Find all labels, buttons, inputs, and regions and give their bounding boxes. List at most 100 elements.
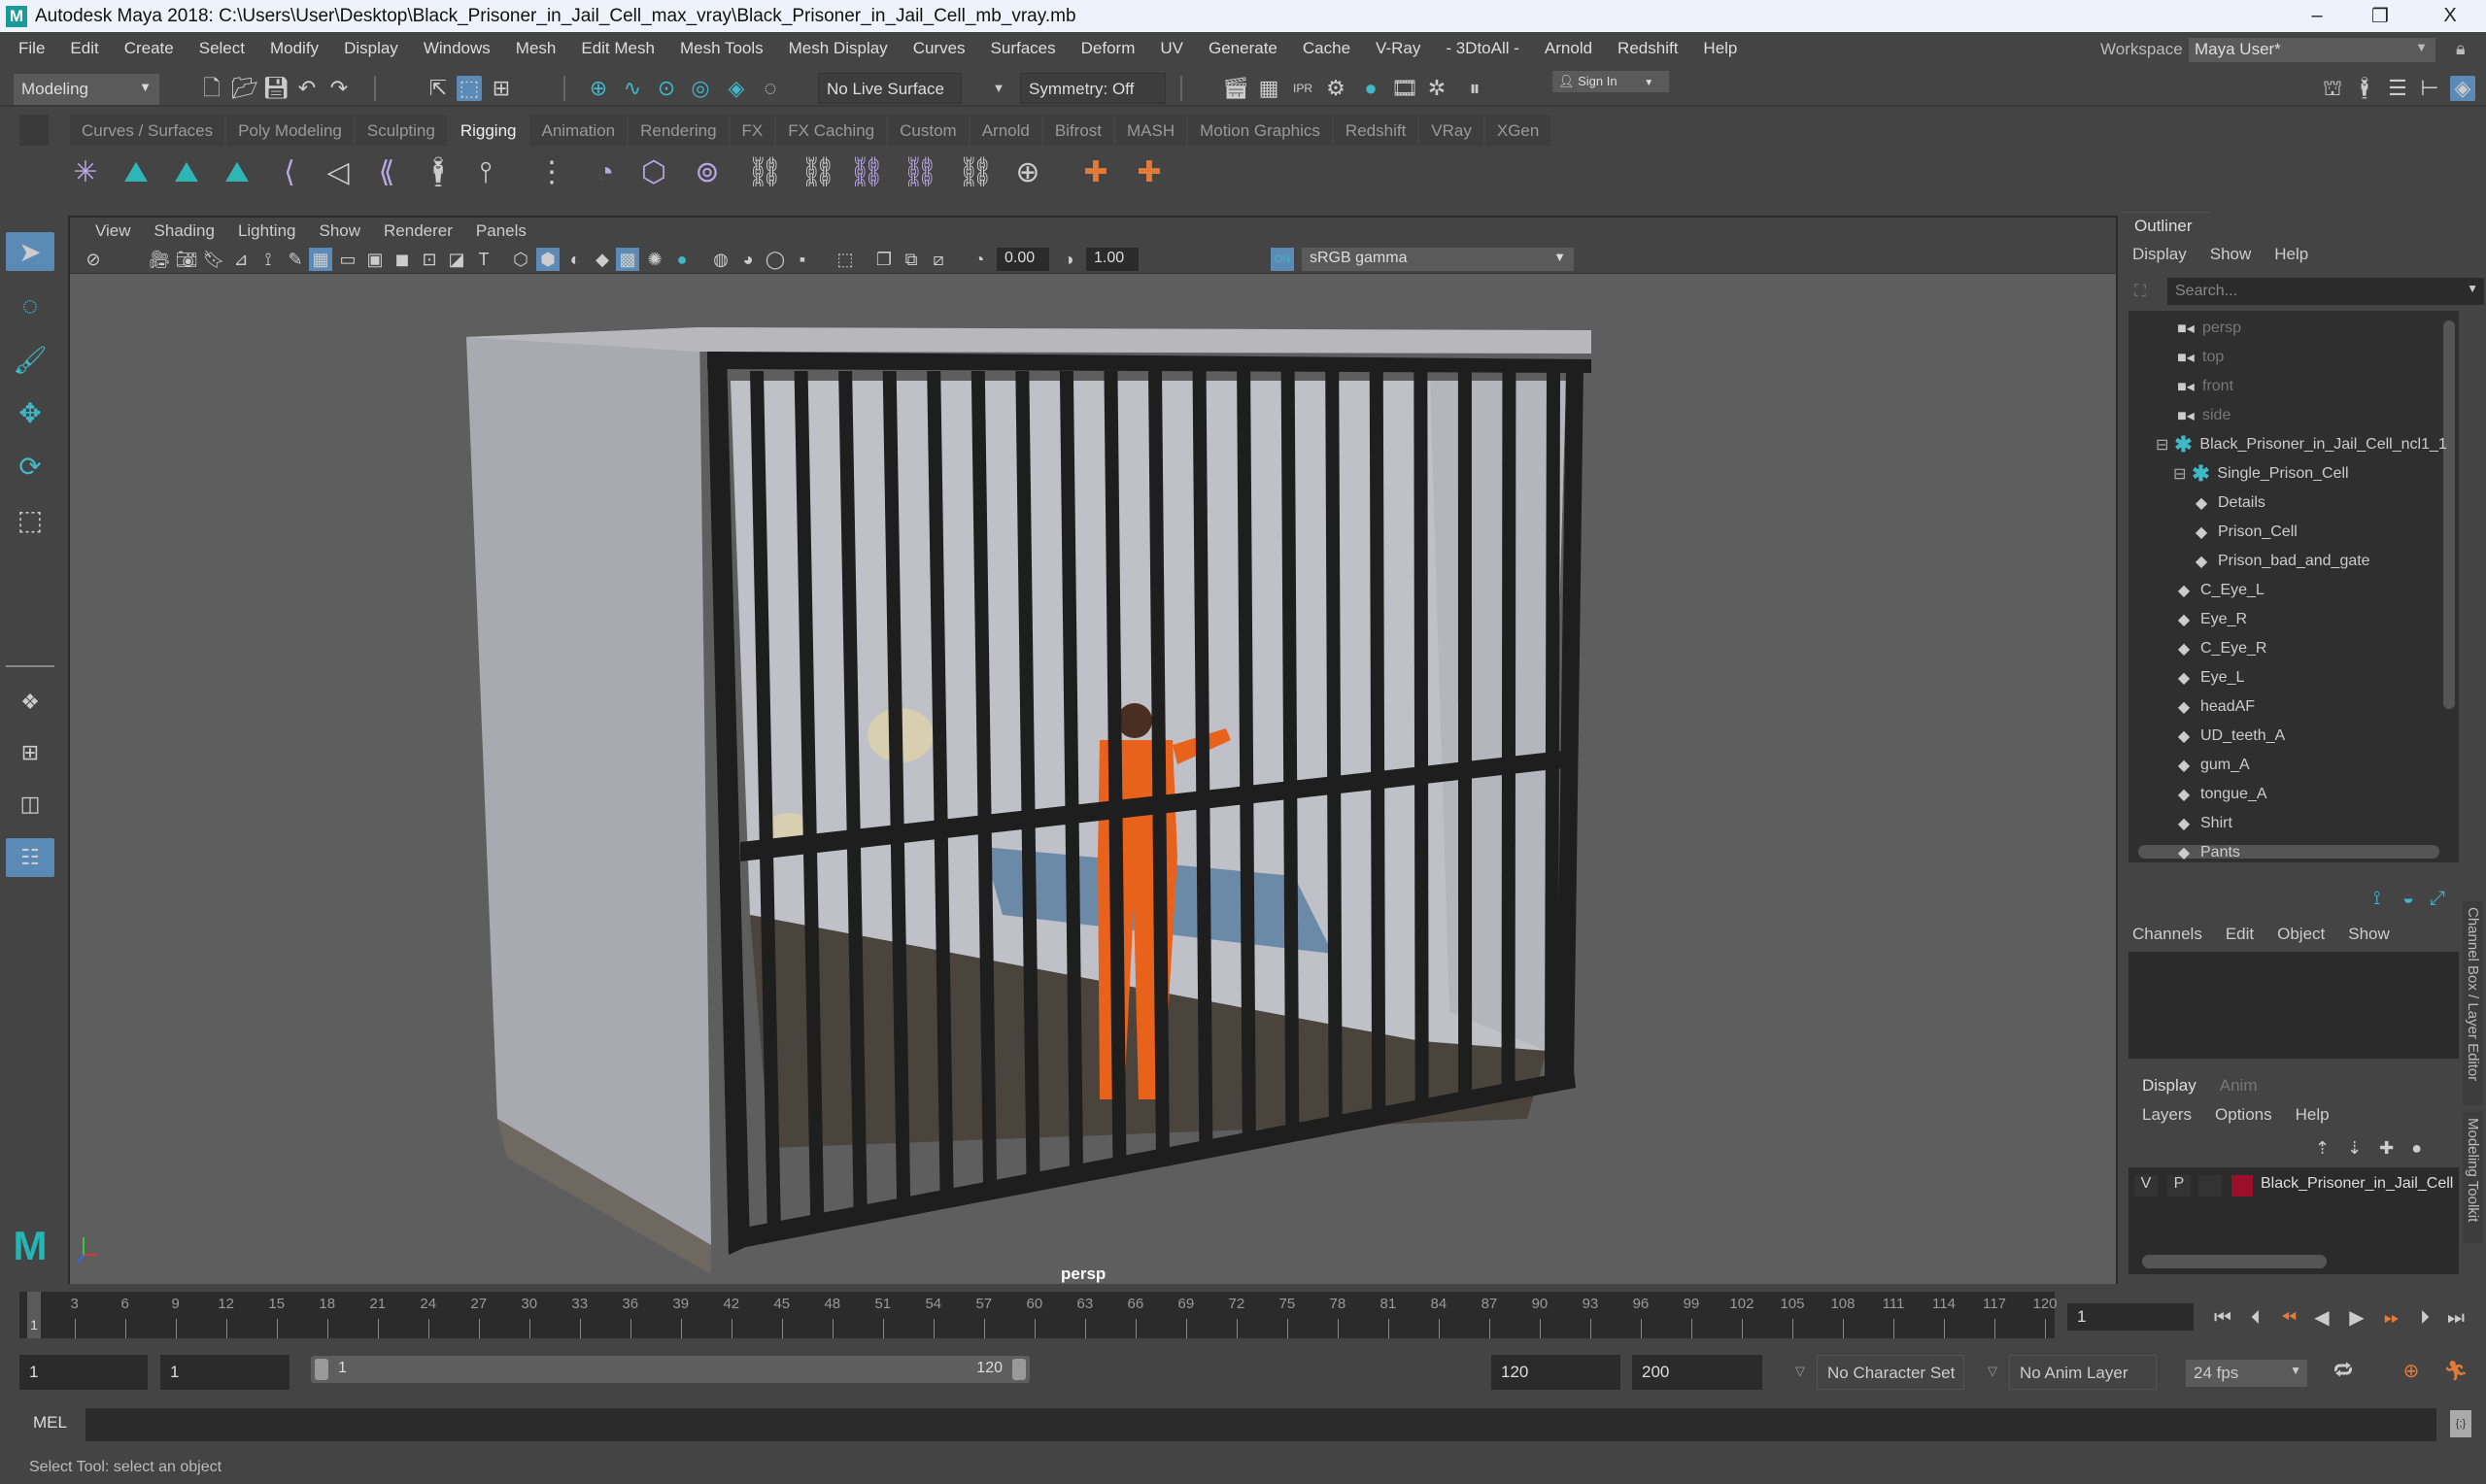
channel-box-side-tab[interactable]: Channel Box / Layer Editor xyxy=(2463,901,2483,1105)
shelf-tab-bifrost[interactable]: Bifrost xyxy=(1042,115,1114,146)
shelf-tab-vray[interactable]: VRay xyxy=(1419,115,1483,146)
menu-help[interactable]: Help xyxy=(1690,39,1750,58)
field-chart-icon[interactable]: ⊡ xyxy=(418,248,441,271)
outliner-item[interactable]: ◆ Details xyxy=(2191,489,2265,517)
wireframe-icon[interactable]: ⬡ xyxy=(509,248,532,271)
snap-surface-icon[interactable]: ◈ xyxy=(724,76,749,101)
outliner-item[interactable]: ◆ Shirt xyxy=(2173,810,2232,837)
menu-3dtoall[interactable]: - 3DtoAll - xyxy=(1433,39,1532,58)
snap-curve-icon[interactable]: ∿ xyxy=(620,76,645,101)
cluster-icon[interactable]: ⊚ xyxy=(690,150,725,196)
outliner-search-input[interactable]: Search... ▼ xyxy=(2167,278,2484,305)
channel-box-icon[interactable]: ◈ xyxy=(2450,76,2475,101)
playback-end-field[interactable]: 120 xyxy=(1491,1355,1620,1390)
safe-title-icon[interactable]: T xyxy=(472,248,495,271)
exposure-icon[interactable]: ◔ xyxy=(968,248,991,271)
outliner-item[interactable]: ■◂ front xyxy=(2175,373,2233,400)
3d-scene[interactable]: persp xyxy=(70,274,2116,1284)
gate-mask-icon[interactable]: ◼ xyxy=(391,248,414,271)
viewport-menu-panels[interactable]: Panels xyxy=(464,221,538,241)
filter-icon[interactable]: ⛶ xyxy=(2134,282,2154,301)
live-surface-field[interactable]: No Live Surface xyxy=(818,73,962,104)
outliner-item[interactable]: ■◂ top xyxy=(2175,344,2224,371)
shelf-tab-mash[interactable]: MASH xyxy=(1115,115,1187,146)
viewport-menu-renderer[interactable]: Renderer xyxy=(372,221,464,241)
outliner-item[interactable]: ◆ C_Eye_L xyxy=(2173,577,2265,604)
menu-v-ray[interactable]: V-Ray xyxy=(1363,39,1433,58)
symmetry-field[interactable]: Symmetry: Off xyxy=(1020,73,1166,104)
color-space-select[interactable]: sRGB gamma ▼ xyxy=(1302,248,1574,271)
outliner-item[interactable]: ◆ Pants xyxy=(2173,839,2240,862)
single-perspective-layout-icon[interactable]: ❖ xyxy=(6,683,54,722)
camera-attributes-icon[interactable]: 📷︎ xyxy=(175,248,198,271)
playback-start-field[interactable]: 1 xyxy=(160,1355,289,1390)
outliner-item[interactable]: ◆ Prison_bad_and_gate xyxy=(2191,548,2370,575)
shelf-tab-sculpting[interactable]: Sculpting xyxy=(355,115,447,146)
hypershade-icon[interactable]: ● xyxy=(1358,76,1383,101)
channel-menu-channels[interactable]: Channels xyxy=(2121,925,2214,944)
two-view-layout-icon[interactable]: ◫ xyxy=(6,785,54,824)
select-hierarchy-icon[interactable]: ⇱ xyxy=(426,76,451,101)
shelf-tab-xgen[interactable]: XGen xyxy=(1484,115,1551,146)
modeling-toolkit-side-tab[interactable]: Modeling Toolkit xyxy=(2463,1112,2483,1243)
anim-layer-select[interactable]: No Anim Layer xyxy=(2009,1355,2157,1390)
shadows-icon[interactable]: ● xyxy=(670,248,694,271)
menu-edit-mesh[interactable]: Edit Mesh xyxy=(568,39,667,58)
menu-display[interactable]: Display xyxy=(331,39,411,58)
lighting-icon[interactable]: ✺ xyxy=(643,248,666,271)
minimize-button[interactable]: – xyxy=(2288,0,2346,32)
step-back-key-icon[interactable]: ⏪︎ xyxy=(2277,1306,2300,1330)
outliner-item[interactable]: ◆ headAF xyxy=(2173,693,2255,721)
layer-color-swatch[interactable] xyxy=(2231,1175,2253,1197)
menu-deform[interactable]: Deform xyxy=(1069,39,1148,58)
play-forwards-icon[interactable]: ▶ xyxy=(2345,1306,2368,1330)
pause-icon[interactable]: ⏸︎ xyxy=(1462,76,1487,101)
gamma-field[interactable]: 1.00 xyxy=(1086,248,1139,271)
menu-cache[interactable]: Cache xyxy=(1290,39,1363,58)
skeleton-icon[interactable]: 🕴︎ xyxy=(420,150,457,196)
rotate-icon[interactable]: ◒ xyxy=(2402,888,2414,910)
film-gate-icon[interactable]: ▭ xyxy=(336,248,359,271)
screen-space-ao-icon[interactable]: ◍ xyxy=(709,248,732,271)
outliner-item[interactable]: ◆ UD_teeth_A xyxy=(2173,723,2285,750)
lattice-icon[interactable]: ⬡ xyxy=(636,150,671,196)
shelf-tab-custom[interactable]: Custom xyxy=(888,115,969,146)
isolate-select-icon[interactable]: ⬚ xyxy=(834,248,857,271)
menu-select[interactable]: Select xyxy=(187,39,257,58)
parent-constraint-icon[interactable]: ⛓ xyxy=(746,150,783,196)
select-camera-icon[interactable]: 🎥︎ xyxy=(148,248,171,271)
menu-modify[interactable]: Modify xyxy=(257,39,331,58)
textured-icon[interactable]: ◆ xyxy=(591,248,614,271)
menu-generate[interactable]: Generate xyxy=(1196,39,1290,58)
smooth-shade-icon[interactable]: ⬢ xyxy=(536,248,560,271)
outliner-item[interactable]: ⊟ ✱ Black_Prisoner_in_Jail_Cell_ncl1_1 xyxy=(2156,431,2447,458)
outliner-menu-show[interactable]: Show xyxy=(2198,245,2264,264)
outliner-item[interactable]: ◆ gum_A xyxy=(2173,752,2250,779)
menu-windows[interactable]: Windows xyxy=(411,39,503,58)
menu-surfaces[interactable]: Surfaces xyxy=(978,39,1069,58)
render-sequence-icon[interactable]: 🎞︎ xyxy=(1391,76,1418,101)
point-constraint-icon[interactable]: ⛓ xyxy=(800,150,836,196)
transform-icon[interactable]: ⟟ xyxy=(2373,888,2380,910)
range-end-handle[interactable] xyxy=(1012,1359,1026,1380)
motion-blur-icon[interactable]: ◕ xyxy=(736,248,760,271)
shelf-tab-motion-graphics[interactable]: Motion Graphics xyxy=(1188,115,1332,146)
snap-view-plane-icon[interactable]: ◎ xyxy=(688,76,713,101)
scale-icon[interactable]: ⤢ xyxy=(2430,888,2445,910)
lock-icon[interactable]: 🔒︎ xyxy=(2456,39,2471,60)
open-scene-icon[interactable]: 📂︎ xyxy=(231,76,258,101)
play-backwards-icon[interactable]: ◀ xyxy=(2310,1306,2333,1330)
maximize-button[interactable]: ❐ xyxy=(2351,0,2409,32)
step-back-frame-icon[interactable]: ⏴︎ xyxy=(2244,1306,2267,1330)
humanik-define-icon[interactable]: ⛰ xyxy=(220,150,255,196)
shelf-tab-poly-modeling[interactable]: Poly Modeling xyxy=(226,115,354,146)
xray-joints-icon[interactable]: ⧉ xyxy=(900,248,923,271)
insert-joint-icon[interactable]: ⟪ xyxy=(369,150,404,196)
shelf-tab-fx[interactable]: FX xyxy=(730,115,775,146)
select-object-icon[interactable]: ⬚ xyxy=(457,76,482,101)
range-start-handle[interactable] xyxy=(315,1359,328,1380)
outliner-menu-display[interactable]: Display xyxy=(2121,245,2198,264)
outliner-menu-help[interactable]: Help xyxy=(2263,245,2320,264)
outliner-item[interactable]: ◆ C_Eye_R xyxy=(2173,635,2267,662)
bind-skin-icon[interactable]: ⋮ xyxy=(534,150,569,196)
